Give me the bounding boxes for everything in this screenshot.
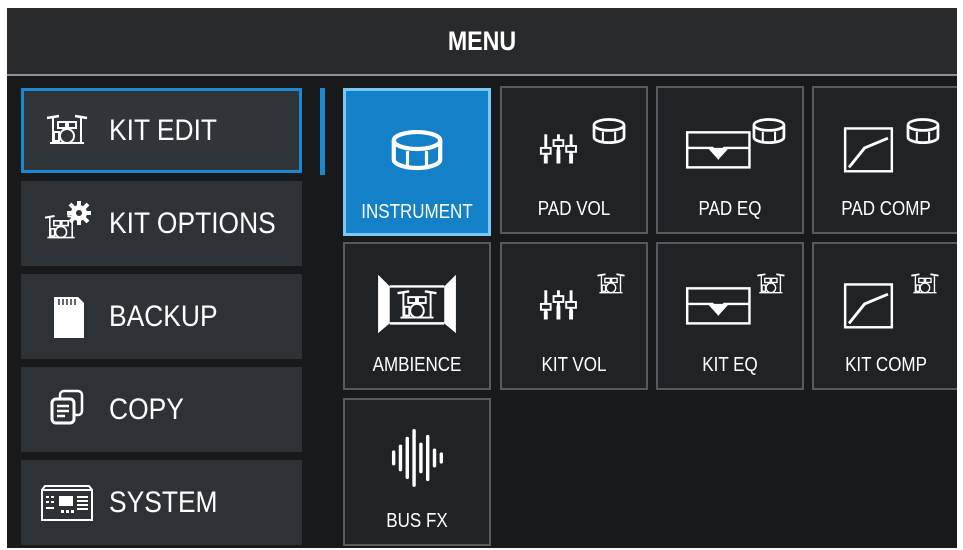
- tile-pad-vol[interactable]: PAD VOL: [500, 86, 648, 234]
- tile-label: KIT COMP: [845, 354, 927, 376]
- sidebar-item-kit-edit[interactable]: KIT EDIT: [21, 88, 302, 173]
- header-bar: MENU: [7, 8, 957, 76]
- kit-compressor-curve-icon: [814, 258, 957, 344]
- tile-label: PAD COMP: [841, 198, 931, 220]
- tile-kit-comp[interactable]: KIT COMP: [812, 242, 957, 390]
- kit-eq-curve-icon: [658, 258, 802, 344]
- kit-volume-faders-icon: [502, 258, 646, 344]
- tile-label: PAD VOL: [537, 198, 611, 220]
- kit-menu-screen: MENU KIT EDIT KIT OPTIONS BACKUP COPY SY…: [7, 8, 957, 548]
- tile-label: KIT VOL: [541, 354, 607, 376]
- sidebar-item-copy[interactable]: COPY: [21, 367, 302, 452]
- drum-kit-icon: [39, 106, 95, 156]
- sidebar-item-label: SYSTEM: [109, 486, 218, 519]
- sidebar-item-label: KIT OPTIONS: [109, 207, 276, 240]
- sidebar-item-kit-options[interactable]: KIT OPTIONS: [21, 181, 302, 266]
- kit-options-gear-icon: [39, 199, 95, 249]
- sidebar-item-label: BACKUP: [109, 300, 218, 333]
- room-ambience-icon: [345, 258, 489, 344]
- scroll-indicator[interactable]: [320, 88, 325, 175]
- sidebar-item-label: KIT EDIT: [109, 114, 218, 147]
- sidebar-item-system[interactable]: SYSTEM: [21, 460, 302, 545]
- pad-eq-curve-icon: [658, 102, 802, 188]
- sidebar-item-backup[interactable]: BACKUP: [21, 274, 302, 359]
- tile-label: INSTRUMENT: [361, 201, 473, 223]
- tile-label: AMBIENCE: [372, 354, 462, 376]
- tile-label: KIT EQ: [702, 354, 758, 376]
- tile-ambience[interactable]: AMBIENCE: [343, 242, 491, 390]
- copy-icon: [39, 385, 95, 435]
- sd-card-icon: [39, 292, 95, 342]
- pad-volume-faders-icon: [502, 102, 646, 188]
- waveform-icon: [345, 414, 489, 500]
- tile-pad-comp[interactable]: PAD COMP: [812, 86, 957, 234]
- tile-pad-eq[interactable]: PAD EQ: [656, 86, 804, 234]
- sidebar-item-label: COPY: [109, 393, 184, 426]
- tile-kit-vol[interactable]: KIT VOL: [500, 242, 648, 390]
- tile-label: PAD EQ: [698, 198, 762, 220]
- tile-instrument[interactable]: INSTRUMENT: [343, 88, 491, 236]
- snare-drum-icon: [346, 105, 488, 191]
- tile-kit-eq[interactable]: KIT EQ: [656, 242, 804, 390]
- tile-label: BUS FX: [386, 510, 448, 532]
- module-device-icon: [39, 478, 95, 528]
- pad-compressor-curve-icon: [814, 102, 957, 188]
- tile-bus-fx[interactable]: BUS FX: [343, 398, 491, 546]
- page-title: MENU: [447, 26, 517, 56]
